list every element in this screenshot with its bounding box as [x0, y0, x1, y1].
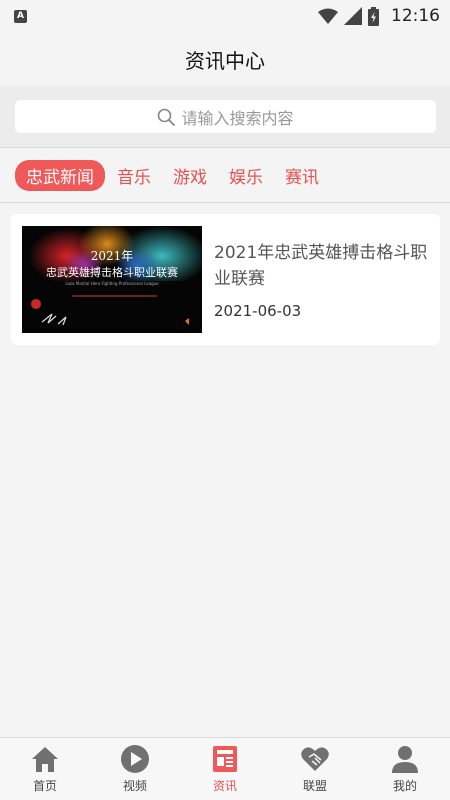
user-icon: [392, 746, 418, 773]
search-bar: 请输入搜索内容: [0, 86, 450, 148]
nav-news-label: 资讯: [212, 779, 237, 793]
nav-video[interactable]: 视频: [90, 738, 180, 800]
news-info: 2021年忠武英雄搏击格斗职业联赛 2021-06-03: [214, 226, 430, 333]
tab-match-news[interactable]: 赛讯: [285, 163, 319, 188]
tab-games[interactable]: 游戏: [173, 163, 207, 188]
clock: 12:16: [391, 6, 440, 26]
tab-music[interactable]: 音乐: [117, 163, 151, 188]
app-header: 资讯中心: [0, 32, 450, 86]
signal-icon: [344, 7, 362, 25]
notification-a-icon: A: [14, 9, 27, 23]
battery-icon: [368, 6, 379, 26]
nav-home-label: 首页: [32, 779, 57, 793]
nav-alliance[interactable]: 联盟: [270, 738, 360, 800]
news-card[interactable]: 2021年 忠武英雄搏击格斗职业联赛 Loza Martial Hero Fig…: [11, 214, 440, 345]
wifi-icon: [318, 8, 338, 24]
bottom-nav: 首页 视频 资讯 联盟 我的: [0, 737, 450, 800]
search-input[interactable]: 请输入搜索内容: [15, 100, 436, 133]
news-title[interactable]: 2021年忠武英雄搏击格斗职业联赛: [214, 240, 430, 292]
nav-home[interactable]: 首页: [0, 738, 90, 800]
category-tabs: 忠武新闻 音乐 游戏 娱乐 赛讯: [0, 149, 450, 203]
nav-mine-label: 我的: [392, 779, 417, 793]
nav-mine[interactable]: 我的: [360, 738, 450, 800]
thumbnail-title: 忠武英雄搏击格斗职业联赛: [46, 266, 178, 279]
nav-news[interactable]: 资讯: [180, 738, 270, 800]
nav-video-label: 视频: [122, 779, 147, 793]
news-date: 2021-06-03: [214, 302, 302, 320]
nav-alliance-label: 联盟: [302, 779, 327, 793]
news-icon: [213, 746, 237, 772]
page-title: 资讯中心: [185, 48, 265, 73]
home-icon: [32, 747, 58, 772]
status-bar: A 12:16: [0, 0, 450, 32]
play-icon: [121, 745, 149, 773]
thumbnail-year: 2021年: [90, 249, 134, 263]
news-thumbnail: 2021年 忠武英雄搏击格斗职业联赛 Loza Martial Hero Fig…: [22, 226, 202, 333]
handshake-icon: [301, 747, 329, 771]
tab-zhongwu-news[interactable]: 忠武新闻: [15, 160, 105, 191]
tab-entertainment[interactable]: 娱乐: [229, 163, 263, 188]
search-icon: [158, 108, 176, 126]
search-placeholder: 请输入搜索内容: [181, 108, 294, 128]
thumbnail-subtitle: Loza Martial Hero Fighting Professional …: [65, 281, 159, 286]
